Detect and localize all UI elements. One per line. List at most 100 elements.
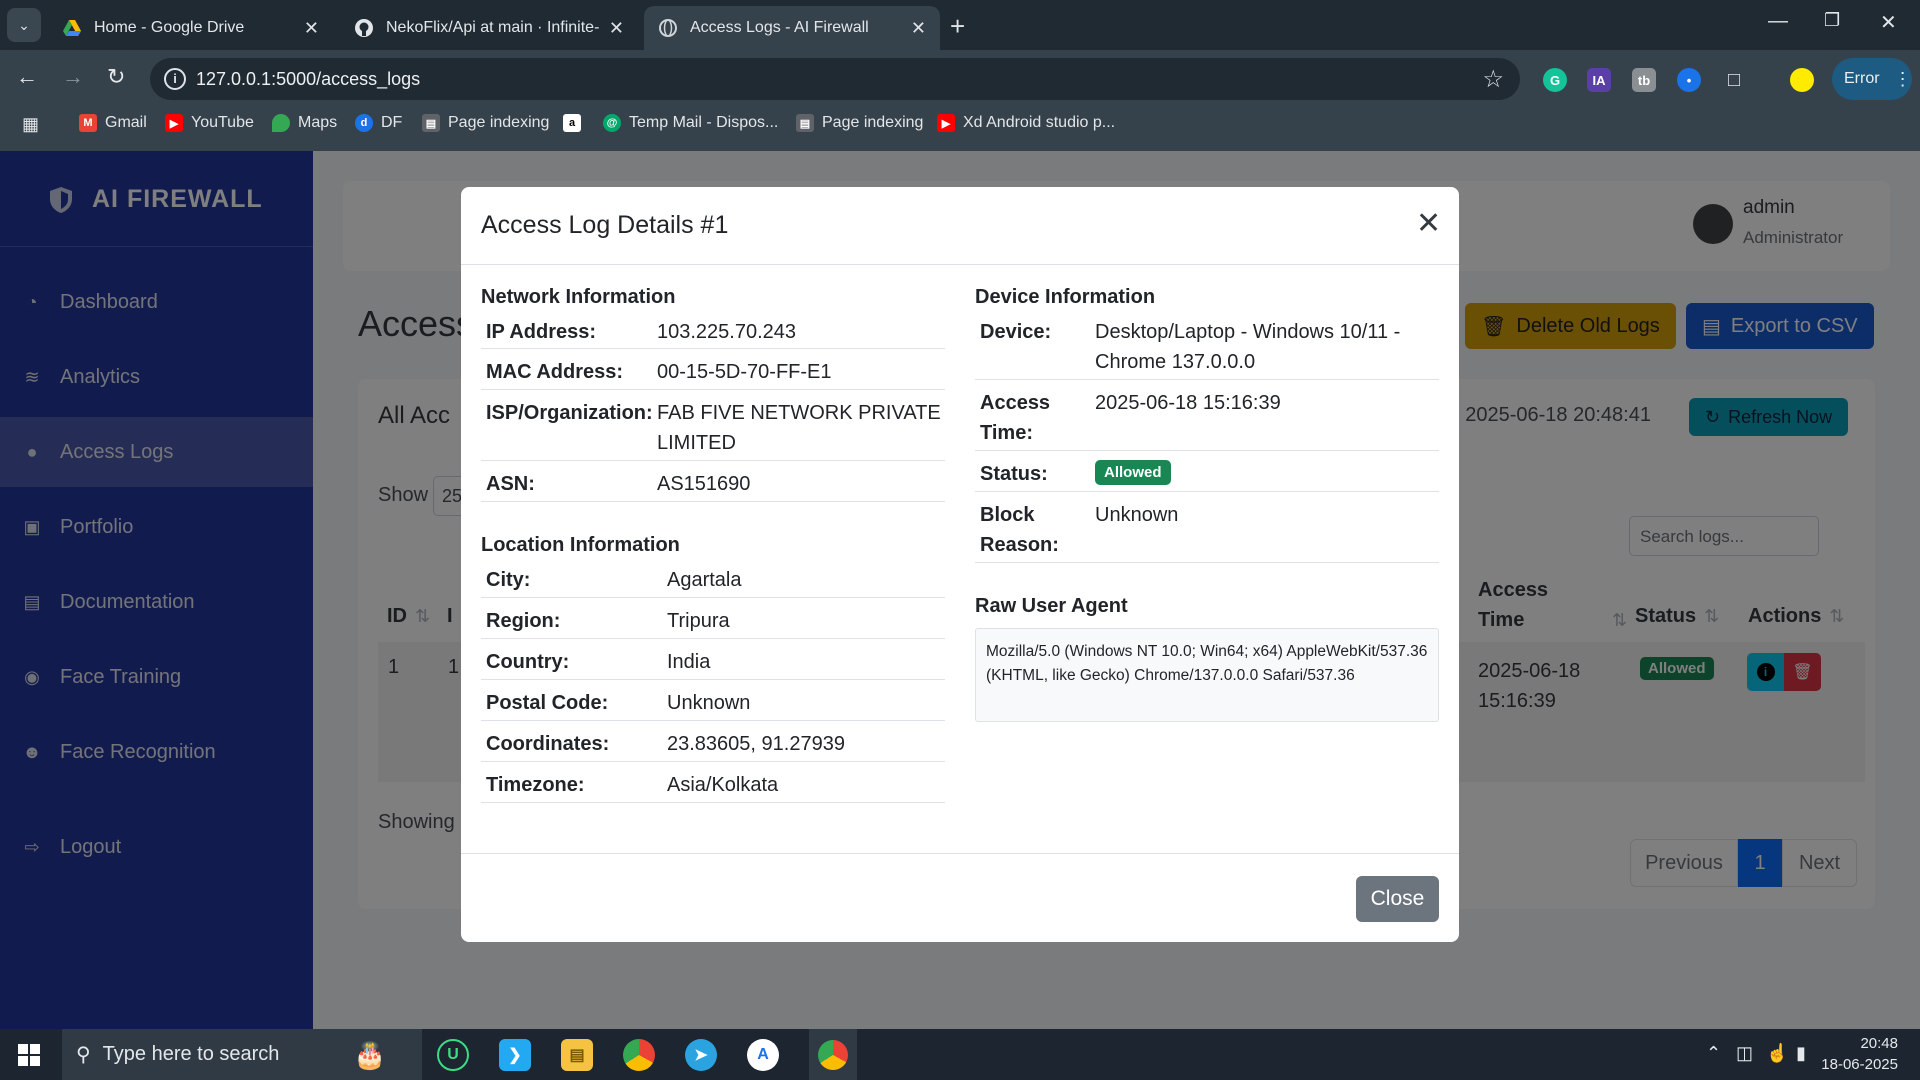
row-label: Block Reason: bbox=[980, 504, 1059, 556]
bookmark-xd-android[interactable]: ▶ Xd Android studio p... bbox=[937, 114, 1115, 132]
tab-title: Access Logs - AI Firewall bbox=[690, 19, 869, 36]
puzzle-icon[interactable]: □ bbox=[1722, 68, 1746, 92]
tray-meet-icon[interactable]: ◫ bbox=[1736, 1043, 1753, 1064]
df-icon: d bbox=[355, 114, 373, 132]
ia-icon[interactable]: IA bbox=[1587, 68, 1611, 92]
row-label: Postal Code: bbox=[486, 692, 609, 714]
device-row: Block Reason: Unknown bbox=[975, 492, 1439, 563]
profile-dot[interactable] bbox=[1790, 68, 1814, 92]
location-row: Region: Tripura bbox=[481, 598, 945, 639]
row-value: AS151690 bbox=[657, 473, 751, 495]
row-value: FAB FIVE NETWORK PRIVATE LIMITED bbox=[657, 402, 941, 454]
row-label: Region: bbox=[486, 610, 561, 632]
row-value: 00-15-5D-70-FF-E1 bbox=[657, 361, 832, 383]
row-label: Coordinates: bbox=[486, 733, 610, 755]
tab-title: NekoFlix/Api at main · Infinite-l bbox=[386, 19, 599, 36]
bookmark-label: Gmail bbox=[105, 114, 147, 131]
tab-close-icon[interactable]: ✕ bbox=[304, 18, 319, 39]
restore-icon[interactable]: ❐ bbox=[1824, 10, 1840, 31]
modal-title: Access Log Details #1 bbox=[481, 211, 729, 239]
globe-icon bbox=[659, 19, 677, 37]
system-clock[interactable]: 20:48 18-06-2025 bbox=[1821, 1033, 1898, 1075]
location-row: Timezone: Asia/Kolkata bbox=[481, 762, 945, 803]
clock-date: 18-06-2025 bbox=[1821, 1056, 1898, 1073]
bookmark-label: Page indexing bbox=[822, 114, 924, 131]
app-store-icon[interactable]: A bbox=[747, 1039, 779, 1071]
error-label: Error bbox=[1844, 70, 1880, 87]
chrome-taskbar-button[interactable] bbox=[809, 1029, 857, 1080]
youtube-icon: ▶ bbox=[937, 114, 955, 132]
weather-widget-icon[interactable]: 🎂 bbox=[322, 1031, 418, 1079]
upwork-icon[interactable]: U bbox=[437, 1039, 469, 1071]
tb-icon[interactable]: tb bbox=[1632, 68, 1656, 92]
reload-icon[interactable]: ↻ bbox=[107, 64, 125, 90]
bookmark-maps[interactable]: Maps bbox=[272, 114, 337, 132]
forward-icon[interactable]: → bbox=[62, 64, 84, 90]
status-badge: Allowed bbox=[1095, 460, 1171, 485]
tab-google-drive[interactable]: Home - Google Drive ✕ bbox=[48, 6, 333, 50]
file-explorer-icon[interactable]: ▤ bbox=[561, 1039, 593, 1071]
row-value: Asia/Kolkata bbox=[667, 774, 779, 796]
blue-ext-icon[interactable]: • bbox=[1677, 68, 1701, 92]
device-row: Access Time: 2025-06-18 15:16:39 bbox=[975, 380, 1439, 451]
site-info-icon[interactable]: i bbox=[164, 68, 186, 90]
grammarly-icon[interactable]: G bbox=[1543, 68, 1567, 92]
row-value: Tripura bbox=[667, 610, 730, 632]
url-text[interactable]: 127.0.0.1:5000/access_logs bbox=[196, 69, 420, 90]
github-icon bbox=[355, 19, 373, 37]
telegram-icon[interactable]: ➤ bbox=[685, 1039, 717, 1071]
windows-start-icon[interactable] bbox=[18, 1044, 40, 1066]
location-heading: Location Information bbox=[481, 534, 680, 556]
bookmark-label: Xd Android studio p... bbox=[963, 114, 1116, 131]
bookmark-label: Maps bbox=[298, 114, 338, 131]
modal-footer-divider bbox=[461, 853, 1459, 854]
row-label: Status: bbox=[980, 463, 1048, 485]
address-bar[interactable]: i 127.0.0.1:5000/access_logs ☆ bbox=[150, 58, 1520, 100]
row-value: Agartala bbox=[667, 569, 742, 591]
more-vert-icon: ⋮ bbox=[1893, 68, 1912, 89]
bookmark-gmail[interactable]: M Gmail bbox=[79, 114, 147, 132]
bookmark-label: YouTube bbox=[191, 114, 254, 131]
bookmark-temp-mail[interactable]: @ Temp Mail - Dispos... bbox=[603, 114, 778, 132]
tab-github[interactable]: NekoFlix/Api at main · Infinite-l ✕ bbox=[340, 6, 638, 50]
window-close-icon[interactable]: ✕ bbox=[1880, 10, 1897, 35]
bookmark-star-icon[interactable]: ☆ bbox=[1482, 65, 1504, 94]
bookmark-page-indexing[interactable]: ▤ Page indexing bbox=[422, 114, 549, 132]
close-button[interactable]: Close bbox=[1356, 876, 1439, 922]
tab-close-icon[interactable]: ✕ bbox=[609, 18, 624, 39]
tab-search-button[interactable]: ⌄ bbox=[7, 8, 41, 42]
row-label: IP Address: bbox=[486, 321, 597, 343]
row-label: Country: bbox=[486, 651, 570, 673]
chrome-profile-icon[interactable] bbox=[623, 1039, 655, 1071]
new-tab-button[interactable]: + bbox=[950, 11, 965, 42]
bookmark-label: Page indexing bbox=[448, 114, 550, 131]
close-icon[interactable]: ✕ bbox=[1416, 209, 1441, 239]
row-label: City: bbox=[486, 569, 531, 591]
clock-time: 20:48 bbox=[1860, 1035, 1898, 1052]
tray-chevron-up-icon[interactable]: ⌃ bbox=[1706, 1043, 1721, 1064]
windows-taskbar: ⚲ Type here to search 🎂 U ❯ ▤ ➤ A ⌃ ◫ ☝ ▮… bbox=[0, 1029, 1920, 1080]
battery-icon[interactable]: ▮ bbox=[1796, 1043, 1806, 1064]
network-heading: Network Information bbox=[481, 286, 676, 308]
row-label: MAC Address: bbox=[486, 361, 624, 383]
back-icon[interactable]: ← bbox=[16, 64, 38, 90]
network-row: IP Address: 103.225.70.243 bbox=[481, 309, 945, 349]
browser-tab-strip: ⌄ Home - Google Drive ✕ NekoFlix/Api at … bbox=[0, 0, 1920, 50]
row-value: Unknown bbox=[1095, 504, 1179, 526]
minimize-icon[interactable]: — bbox=[1768, 10, 1788, 33]
row-value: 103.225.70.243 bbox=[657, 321, 797, 343]
bookmark-df[interactable]: d DF bbox=[355, 114, 402, 132]
network-row: ASN: AS151690 bbox=[481, 461, 945, 502]
gmail-icon: M bbox=[79, 114, 97, 132]
vscode-icon[interactable]: ❯ bbox=[499, 1039, 531, 1071]
chrome-icon bbox=[818, 1039, 848, 1070]
wifi-icon[interactable]: ☝ bbox=[1766, 1043, 1788, 1064]
tab-close-icon[interactable]: ✕ bbox=[911, 18, 926, 39]
bookmark-amazon[interactable]: a bbox=[563, 114, 589, 132]
apps-grid-icon[interactable]: ▦ bbox=[22, 114, 39, 135]
raw-user-agent: Mozilla/5.0 (Windows NT 10.0; Win64; x64… bbox=[975, 628, 1439, 722]
bookmark-youtube[interactable]: ▶ YouTube bbox=[165, 114, 254, 132]
tab-access-logs[interactable]: Access Logs - AI Firewall ✕ bbox=[644, 6, 940, 50]
bookmark-page-indexing-2[interactable]: ▤ Page indexing bbox=[796, 114, 923, 132]
error-button[interactable]: Error ⋮ bbox=[1832, 58, 1912, 100]
